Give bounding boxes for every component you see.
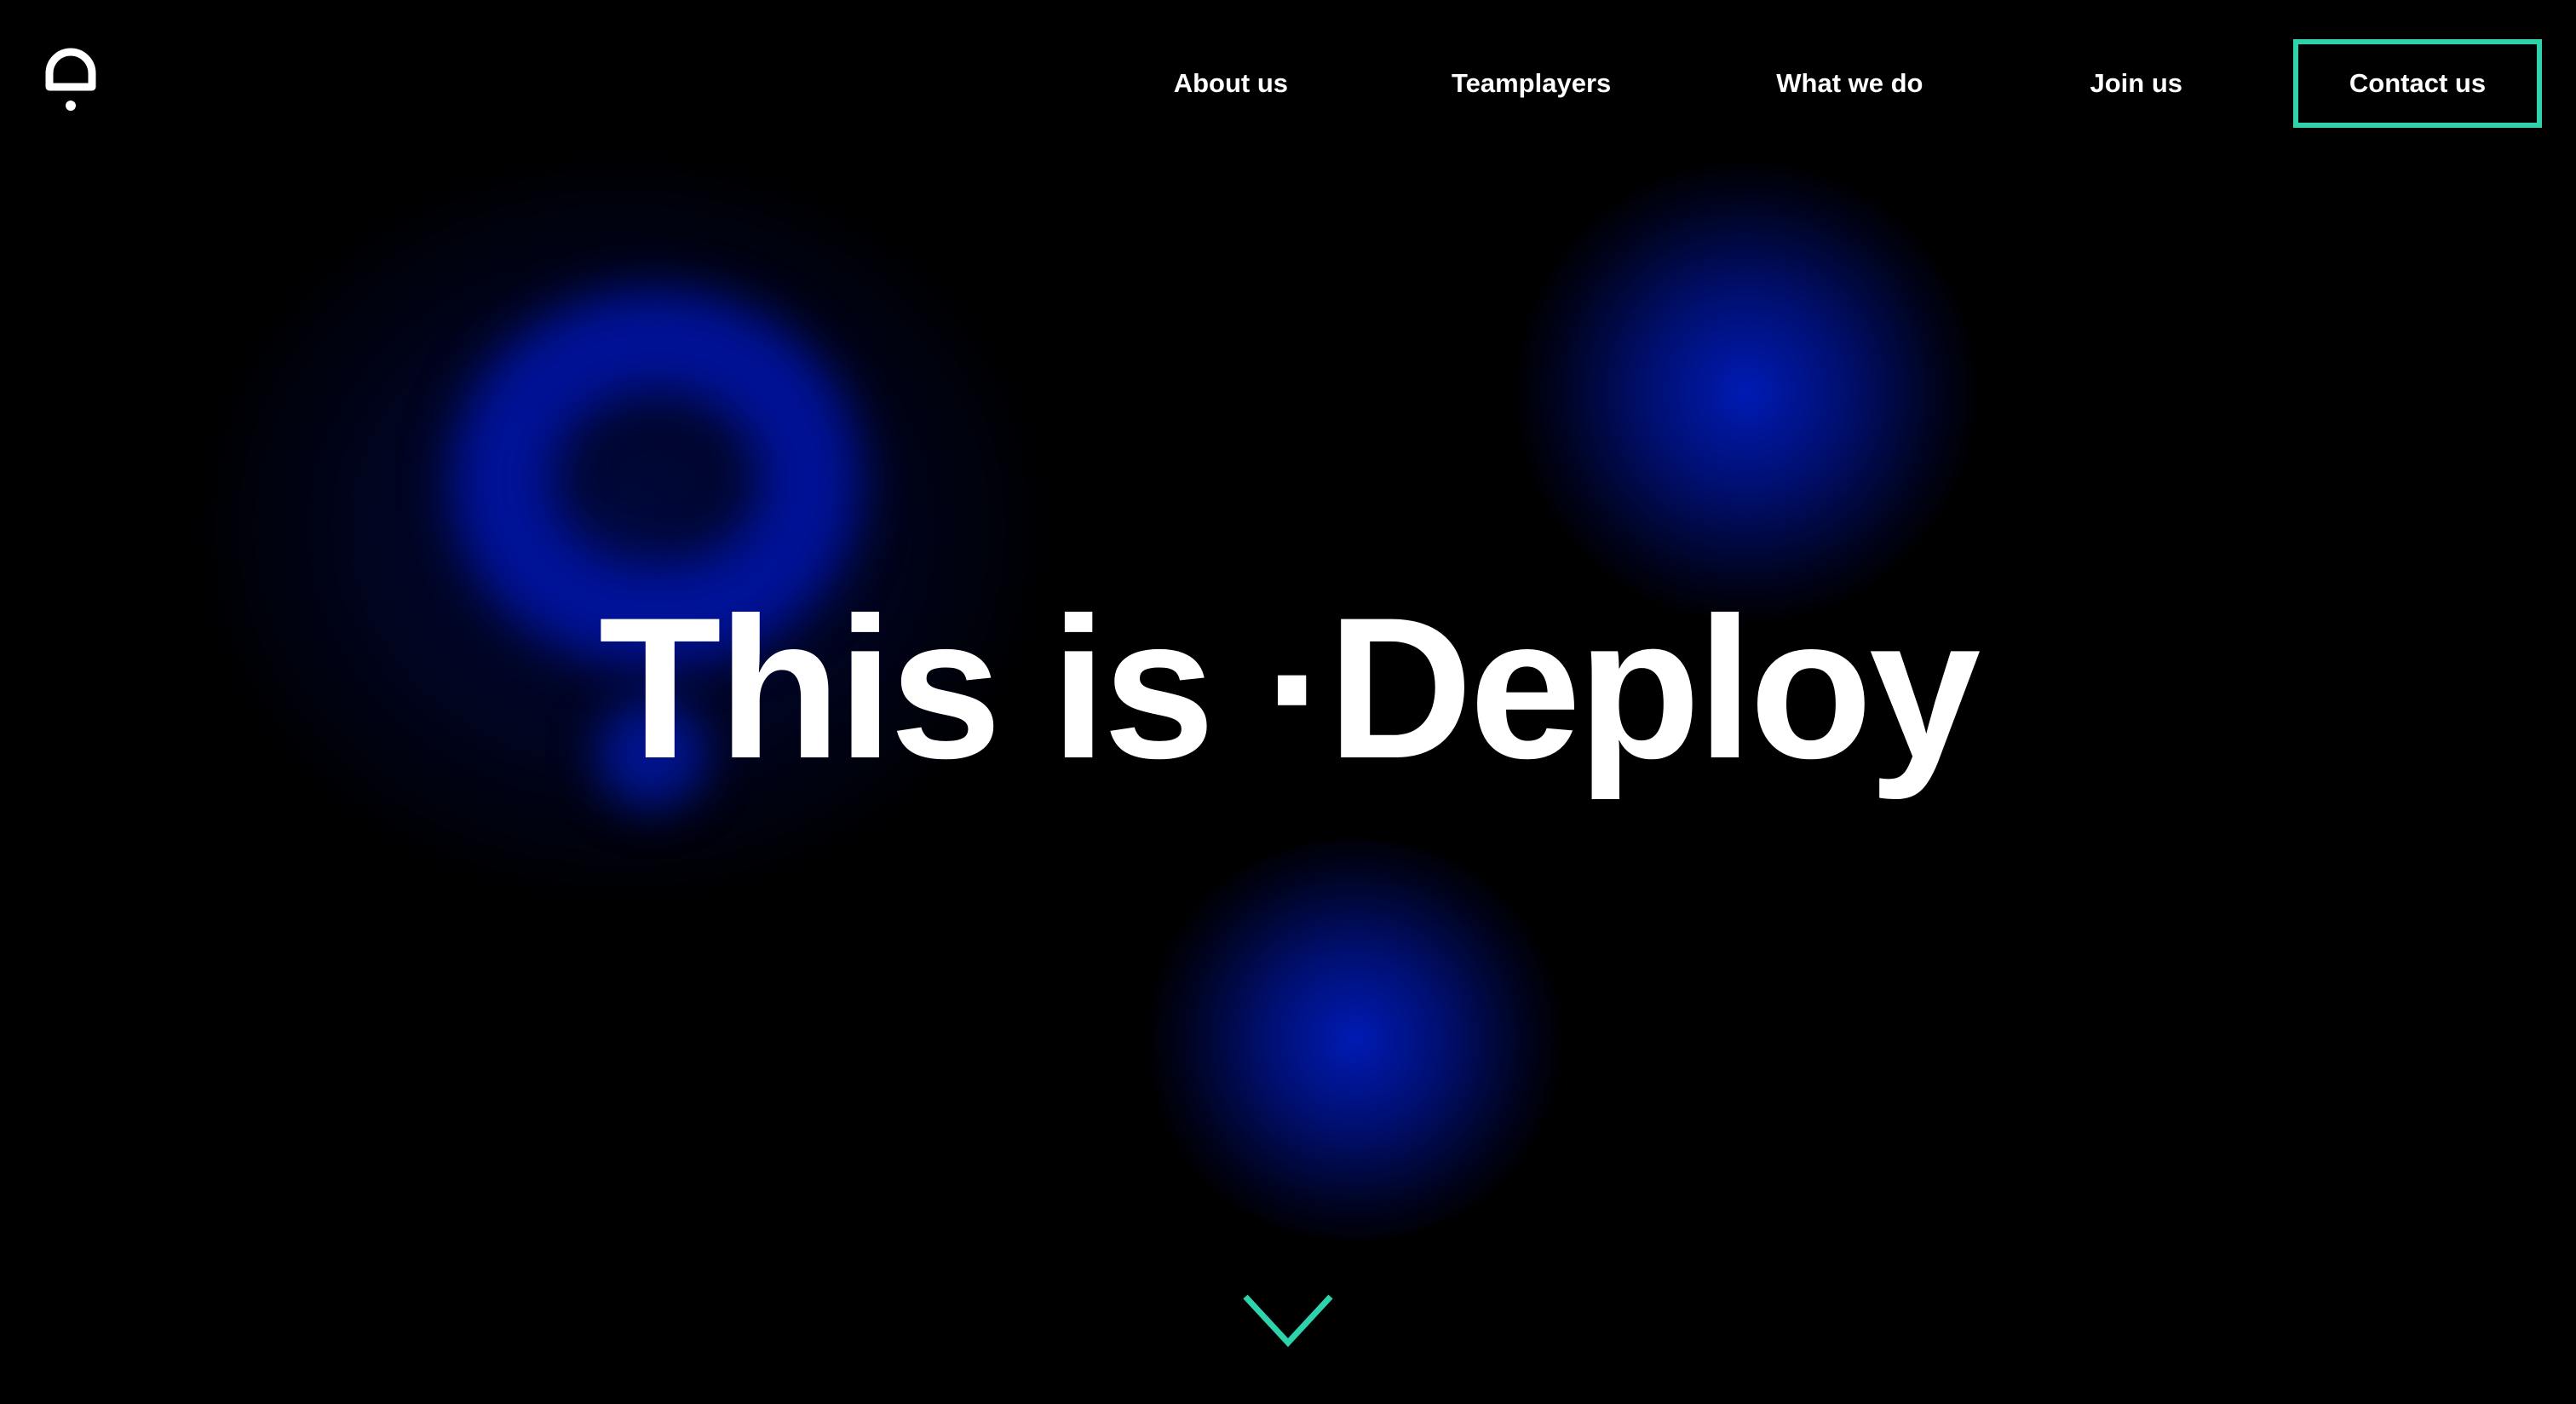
- deploy-logo-icon[interactable]: [44, 48, 97, 112]
- nav-teamplayers[interactable]: Teamplayers: [1452, 68, 1611, 99]
- nav-about-us[interactable]: About us: [1174, 68, 1288, 99]
- main-nav: About us Teamplayers What we do Join us …: [1174, 39, 2542, 128]
- glow-orb-bottom: [1141, 839, 1567, 1240]
- chevron-down-icon[interactable]: [1242, 1293, 1334, 1349]
- nav-join-us[interactable]: Join us: [2090, 68, 2182, 99]
- hero-section: This is ·Deploy: [0, 588, 2576, 789]
- contact-us-button[interactable]: Contact us: [2293, 39, 2542, 128]
- nav-what-we-do[interactable]: What we do: [1776, 68, 1923, 99]
- glow-orb-right: [1516, 162, 1976, 622]
- hero-stage: About us Teamplayers What we do Join us …: [0, 0, 2576, 1404]
- hero-title: This is ·Deploy: [598, 576, 1981, 801]
